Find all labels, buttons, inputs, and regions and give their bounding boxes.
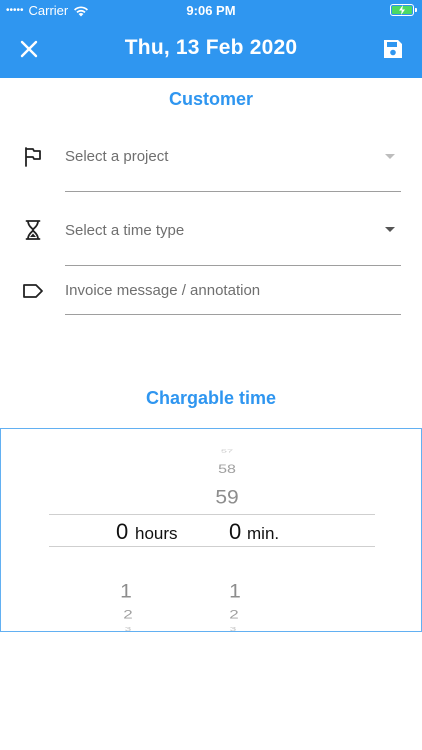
time-type-dropdown-arrow-icon (385, 227, 395, 232)
project-field[interactable]: Select a project (0, 140, 422, 194)
flag-icon (22, 146, 44, 168)
hourglass-icon (22, 219, 44, 241)
picker-selection-bottom-line (49, 546, 375, 547)
minutes-below-3: 3 (229, 625, 237, 632)
invoice-input-box[interactable] (65, 278, 401, 315)
charging-bolt-icon (399, 5, 405, 15)
duration-picker[interactable]: 1 2 3 0 hours 57 58 59 1 2 3 0 min. (0, 428, 422, 632)
app-bar: ••••• Carrier 9:06 PM Thu, 13 Feb 2020 (0, 0, 422, 78)
minutes-above-1: 57 (220, 448, 234, 454)
project-dropdown-arrow-icon (385, 154, 395, 159)
battery-icon (390, 4, 417, 16)
minutes-unit-label: min. (247, 524, 280, 543)
chargable-time-heading: Chargable time (145, 388, 277, 408)
status-bar: ••••• Carrier 9:06 PM (0, 0, 422, 22)
minutes-below-1: 1 (229, 580, 241, 603)
minutes-below-2: 2 (229, 608, 239, 622)
save-icon (384, 40, 402, 58)
hours-below-1: 1 (120, 580, 132, 603)
hours-unit-label: hours (135, 524, 178, 543)
nav-row: Thu, 13 Feb 2020 (0, 22, 422, 78)
hours-selected-value: 0 (116, 519, 129, 544)
save-button[interactable] (376, 32, 410, 66)
page-title: Thu, 13 Feb 2020 (124, 36, 298, 59)
time-type-select[interactable]: Select a time type (65, 213, 401, 266)
status-time: 9:06 PM (186, 3, 236, 18)
picker-selection-top-line (49, 514, 375, 515)
close-button[interactable] (12, 32, 46, 66)
customer-heading[interactable]: Customer (0, 89, 422, 110)
invoice-input[interactable] (65, 278, 401, 314)
battery-fill (392, 5, 412, 15)
hours-below-3: 3 (124, 625, 132, 632)
close-icon (20, 40, 38, 58)
invoice-field[interactable] (0, 278, 422, 316)
time-type-field[interactable]: Select a time type (0, 213, 422, 267)
hours-below-2: 2 (123, 608, 133, 622)
minutes-selected-value: 0 (229, 519, 242, 544)
time-type-placeholder: Select a time type (65, 222, 185, 239)
project-select[interactable]: Select a project (65, 140, 401, 192)
minutes-above-3: 59 (215, 486, 239, 509)
minutes-above-2: 58 (218, 463, 236, 476)
tag-icon (22, 280, 44, 302)
project-placeholder: Select a project (65, 148, 169, 165)
